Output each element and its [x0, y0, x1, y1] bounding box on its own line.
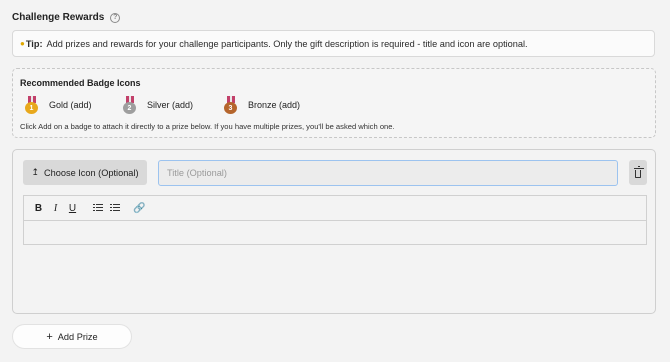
badge-silver-label: Silver (add) — [147, 100, 194, 110]
badges-note: Click Add on a badge to attach it direct… — [20, 122, 395, 131]
plus-icon: + — [46, 330, 53, 343]
add-prize-button[interactable]: + Add Prize — [12, 324, 132, 349]
bullet-list-button[interactable] — [106, 200, 123, 217]
ordered-list-icon — [92, 204, 103, 212]
add-prize-label: Add Prize — [57, 331, 98, 342]
ordered-list-button[interactable] — [89, 200, 106, 217]
bold-button[interactable]: B — [30, 200, 47, 217]
delete-prize-button[interactable] — [629, 160, 647, 185]
section-header: Challenge Rewards ? — [12, 12, 121, 23]
lightbulb-icon: ● — [20, 39, 25, 48]
description-textarea[interactable] — [24, 221, 646, 246]
bullet-list-icon — [109, 204, 120, 212]
badges-title: Recommended Badge Icons — [20, 78, 141, 88]
prize-title-input[interactable] — [158, 160, 618, 186]
badge-gold-label: Gold (add) — [49, 100, 92, 110]
tip-label: Tip: — [25, 38, 43, 49]
prize-card: ↥ Choose Icon (Optional) B I U — [12, 149, 656, 314]
description-editor: B I U 🔗 — [23, 195, 647, 245]
recommended-badges-panel: Recommended Badge Icons 1 Gold (add) 2 S… — [12, 68, 656, 138]
help-icon[interactable]: ? — [110, 12, 121, 23]
badge-gold-add[interactable]: 1 Gold (add) — [25, 96, 92, 114]
trash-icon — [634, 165, 644, 178]
badge-bronze-label: Bronze (add) — [248, 100, 301, 110]
choose-icon-button[interactable]: ↥ Choose Icon (Optional) — [23, 160, 147, 185]
badge-bronze-add[interactable]: 3 Bronze (add) — [224, 96, 300, 114]
editor-toolbar: B I U 🔗 — [24, 196, 646, 221]
link-icon: 🔗 — [133, 202, 146, 214]
underline-button[interactable]: U — [64, 200, 81, 217]
tip-banner: ● Tip: Add prizes and rewards for your c… — [12, 30, 655, 57]
badge-silver-add[interactable]: 2 Silver (add) — [123, 96, 193, 114]
section-title: Challenge Rewards — [12, 12, 105, 23]
bronze-medal-icon: 3 — [224, 96, 238, 114]
gold-medal-icon: 1 — [25, 96, 39, 114]
link-button[interactable]: 🔗 — [131, 200, 148, 217]
italic-button[interactable]: I — [47, 200, 64, 217]
upload-icon: ↥ — [31, 167, 40, 177]
choose-icon-label: Choose Icon (Optional) — [44, 167, 139, 178]
silver-medal-icon: 2 — [123, 96, 137, 114]
tip-text: Add prizes and rewards for your challeng… — [46, 38, 528, 49]
